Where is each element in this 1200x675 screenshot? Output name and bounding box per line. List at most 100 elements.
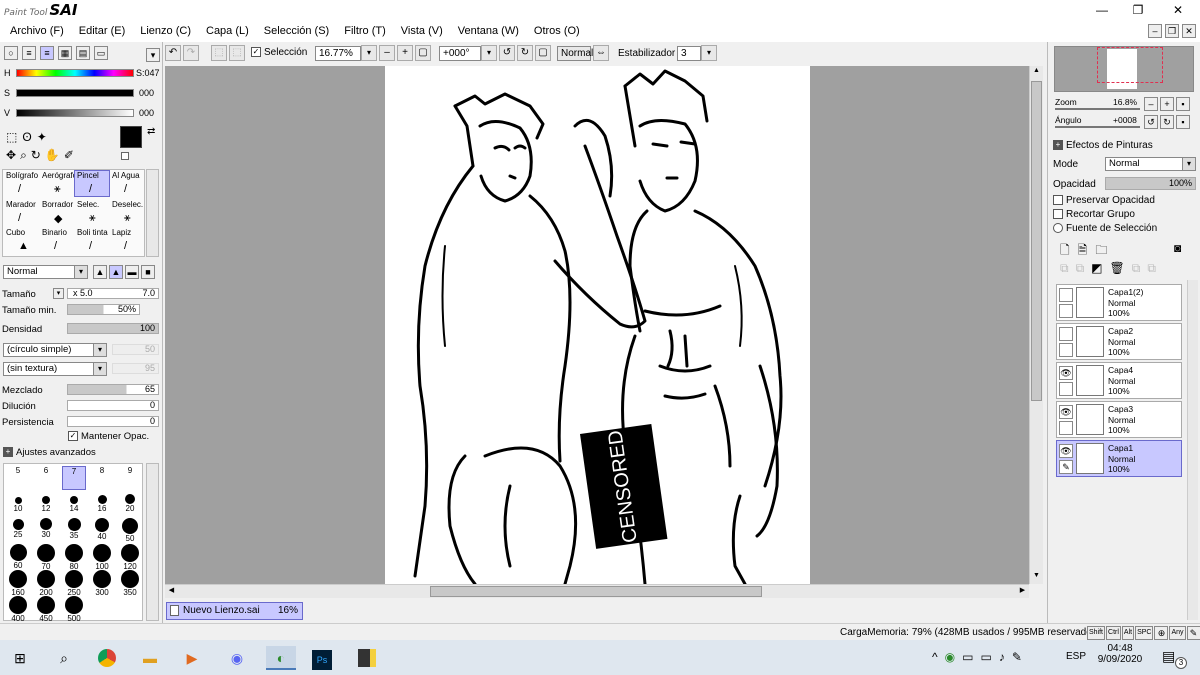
layer-lock-toggle[interactable] (1059, 343, 1073, 357)
horizontal-scroll-thumb[interactable] (430, 586, 762, 597)
brush-size-preset[interactable]: 10 (6, 492, 30, 516)
hsv-slider-icon[interactable]: ≡ (40, 46, 54, 60)
eyedropper-icon[interactable]: ✐ (64, 148, 74, 163)
menu-seleccion[interactable]: Selección (S) (264, 25, 329, 37)
selection-checkbox[interactable]: ✓ Selección (251, 47, 307, 58)
brush-size-preset[interactable]: 30 (34, 518, 58, 542)
vertical-scrollbar[interactable]: ▲ ▼ (1029, 66, 1043, 584)
zoom-reset-icon[interactable]: ▢ (415, 45, 431, 61)
blend-slider[interactable]: 65 (67, 384, 159, 395)
preserve-opacity-checkbox[interactable]: Preservar Opacidad (1053, 195, 1155, 206)
paint-effects-toggle[interactable]: + Efectos de Pinturas (1053, 140, 1153, 151)
brush-size-preset[interactable]: 70 (34, 544, 58, 571)
language-indicator[interactable]: ESP (1066, 651, 1086, 662)
brush-size-preset[interactable]: 9 (118, 466, 142, 490)
clock[interactable]: 04:48 9/09/2020 (1095, 643, 1145, 665)
layer-item[interactable]: 👁 ✎ Capa1 Normal 100% (1056, 440, 1182, 477)
menu-otros[interactable]: Otros (O) (534, 25, 580, 37)
tool-selec[interactable]: Selec. ⚹ (74, 199, 110, 226)
brush-size-preset[interactable]: 25 (6, 518, 30, 542)
navigator-preview[interactable] (1054, 46, 1194, 92)
nav-rotate-reset-icon[interactable]: ▪ (1176, 115, 1190, 129)
color-wheel-icon[interactable]: ○ (4, 46, 18, 60)
selection-source-checkbox[interactable]: Fuente de Selección (1053, 223, 1157, 234)
stabilizer-field[interactable]: 3 (677, 46, 701, 61)
scroll-down-icon[interactable]: ▼ (1031, 572, 1042, 583)
eye-icon[interactable]: 👁 (1059, 444, 1073, 458)
layer-visibility-toggle[interactable] (1059, 288, 1073, 302)
layer-item[interactable]: 👁 Capa3 Normal 100% (1056, 401, 1182, 438)
restore-button[interactable]: ❐ (1120, 0, 1156, 20)
layer-item[interactable]: 👁 Capa4 Normal 100% (1056, 362, 1182, 399)
document-tab[interactable]: Nuevo Lienzo.sai 16% (166, 602, 303, 620)
layer-lock-toggle[interactable] (1059, 421, 1073, 435)
pen-icon[interactable]: ✎ (1012, 650, 1022, 664)
tool-grid-scrollbar[interactable] (146, 169, 159, 257)
tip-flat-icon[interactable]: ■ (141, 265, 155, 279)
brush-size-preset[interactable]: 8 (90, 466, 114, 490)
brush-size-preset[interactable]: 20 (118, 492, 142, 516)
brush-size-preset[interactable]: 450 (34, 596, 58, 623)
eye-icon[interactable]: 👁 (1059, 366, 1073, 380)
rgb-slider-icon[interactable]: ≡ (22, 46, 36, 60)
brush-texture-select[interactable]: (sin textura) ▾ (3, 362, 107, 376)
tip-round-icon[interactable]: ▬ (125, 265, 139, 279)
layer-options-icon[interactable]: ◙ (1174, 241, 1181, 255)
redo-icon[interactable]: ↷ (183, 45, 199, 61)
battery-icon[interactable]: ▭ (962, 650, 973, 664)
brush-size-preset[interactable]: 100 (90, 544, 114, 571)
layer-visibility-toggle[interactable] (1059, 327, 1073, 341)
hand-icon[interactable]: ✋ (45, 148, 60, 163)
nav-rotate-left-icon[interactable]: ↺ (1144, 115, 1158, 129)
deselect-icon[interactable]: ⬚ (211, 45, 227, 61)
discord-icon[interactable]: ◉ (225, 646, 249, 670)
new-layer-icon[interactable]: 🗋 (1060, 241, 1070, 262)
tool-boligrafo[interactable]: Bolígrafo / (3, 170, 39, 197)
tool-deselec[interactable]: Deselec. ⚹ (109, 199, 145, 226)
brush-shape-strength[interactable]: 50 (112, 344, 159, 355)
windows-start-icon[interactable]: ⊞ (8, 646, 32, 670)
menu-editar[interactable]: Editar (E) (79, 25, 125, 37)
keep-opacity-checkbox[interactable]: ✓ Mantener Opac. (68, 431, 149, 442)
rotate-reset-icon[interactable]: ▢ (535, 45, 551, 61)
scroll-up-icon[interactable]: ▲ (1031, 67, 1042, 78)
brush-size-preset[interactable]: 14 (62, 492, 86, 516)
lasso-icon[interactable]: ʘ (22, 130, 31, 144)
nav-zoom-reset-icon[interactable]: ▪ (1176, 97, 1190, 111)
color-history-icon[interactable]: ▭ (94, 46, 108, 60)
new-linework-layer-icon[interactable]: 🗎 (1078, 241, 1088, 262)
rotate-right-icon[interactable]: ↻ (517, 45, 533, 61)
doc-close-button[interactable]: ✕ (1182, 24, 1196, 38)
apply-mask-icon[interactable]: ⧉ (1132, 261, 1141, 276)
layer-opacity-slider[interactable]: 100% (1105, 177, 1196, 190)
saturation-slider[interactable] (16, 89, 134, 97)
size-mult-dropdown[interactable]: ▾ (53, 288, 64, 299)
tool-aerografo[interactable]: Aerógrafo ⚹ (39, 170, 75, 197)
nav-zoom-slider[interactable] (1055, 108, 1140, 110)
brush-size-preset[interactable]: 300 (90, 570, 114, 597)
brush-size-preset[interactable]: 250 (62, 570, 86, 597)
tip-sharp-icon[interactable]: ▲ (93, 265, 107, 279)
undo-icon[interactable]: ↶ (165, 45, 181, 61)
brush-size-preset[interactable]: 500 (62, 596, 86, 623)
eye-icon[interactable]: 👁 (1059, 405, 1073, 419)
brush-size-scrollbar[interactable] (146, 463, 159, 621)
brush-texture-strength[interactable]: 95 (112, 363, 159, 374)
brush-size-preset[interactable]: 6 (34, 466, 58, 490)
minimize-button[interactable]: — (1084, 0, 1120, 20)
network-icon[interactable]: ▭ (980, 650, 991, 664)
brush-size-preset[interactable]: 160 (6, 570, 30, 597)
horizontal-scrollbar[interactable]: ◀ ▶ (165, 584, 1029, 598)
layer-item[interactable]: Capa2 Normal 100% (1056, 323, 1182, 360)
advanced-settings-toggle[interactable]: + Ajustes avanzados (3, 447, 96, 458)
zoom-field[interactable]: 16.77% (315, 46, 361, 61)
chevron-up-icon[interactable]: ^ (932, 650, 938, 664)
canvas-paper[interactable]: CENSORED (385, 66, 810, 584)
brush-size-preset[interactable]: 16 (90, 492, 114, 516)
brush-size-preset[interactable]: 60 (6, 544, 30, 570)
brush-shape-select[interactable]: (círculo simple) ▾ (3, 343, 107, 357)
layer-lock-toggle[interactable] (1059, 304, 1073, 318)
tray-app-icon[interactable]: ◉ (945, 650, 955, 664)
move-icon[interactable]: ✥ (6, 148, 16, 163)
brush-size-preset[interactable]: 40 (90, 518, 114, 542)
